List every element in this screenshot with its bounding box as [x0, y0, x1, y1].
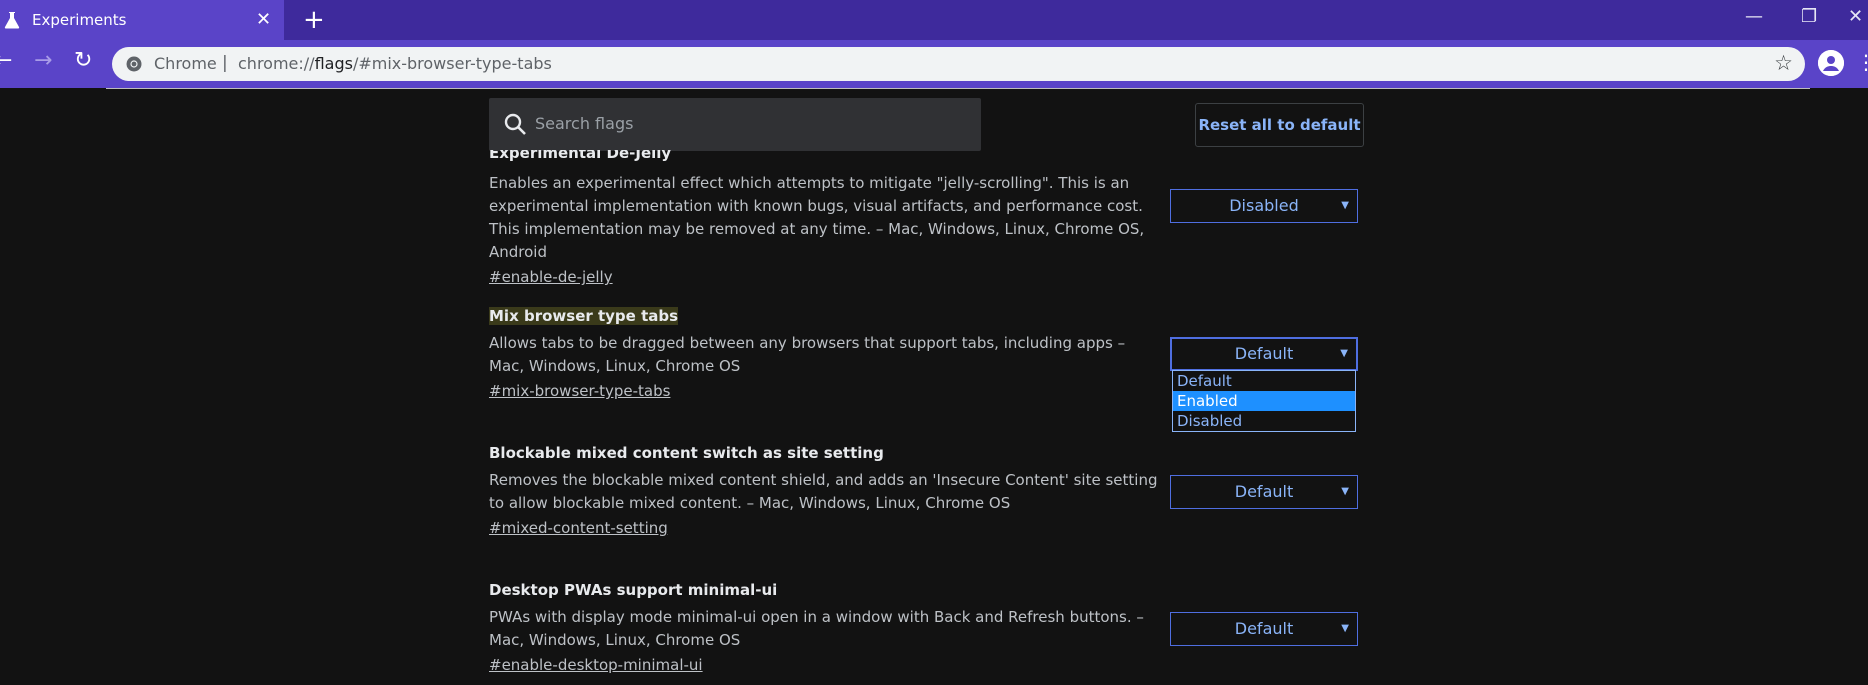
- flag-permalink[interactable]: #mixed-content-setting: [489, 519, 668, 537]
- reload-icon[interactable]: ↻: [74, 48, 92, 73]
- search-flags-input[interactable]: Search flags: [489, 98, 981, 151]
- flag-description: PWAs with display mode minimal-ui open i…: [489, 608, 1144, 649]
- chrome-icon: [126, 56, 142, 72]
- option-disabled[interactable]: Disabled: [1173, 411, 1355, 431]
- dropdown-arrow-icon: ▼: [1340, 348, 1348, 359]
- flag-permalink[interactable]: #enable-desktop-minimal-ui: [489, 656, 703, 674]
- flag-select-enable-de-jelly[interactable]: Disabled ▼: [1170, 189, 1358, 223]
- flask-icon: [4, 12, 20, 29]
- flag-description: Enables an experimental effect which att…: [489, 174, 1145, 261]
- tab-title: Experiments: [32, 11, 127, 29]
- flag-select-mix-browser-type-tabs[interactable]: Default ▼: [1170, 337, 1358, 371]
- flag-select-mixed-content-setting[interactable]: Default ▼: [1170, 475, 1358, 509]
- flag-enable-desktop-minimal-ui: Desktop PWAs support minimal-ui PWAs wit…: [489, 579, 1159, 678]
- bookmark-star-icon[interactable]: ☆: [1774, 51, 1793, 75]
- scheme-label: Chrome: [154, 54, 217, 73]
- flag-mix-browser-type-tabs: Mix browser type tabs Allows tabs to be …: [489, 305, 1159, 404]
- flag-mixed-content-setting: Blockable mixed content switch as site s…: [489, 442, 1159, 541]
- option-enabled[interactable]: Enabled: [1173, 391, 1355, 411]
- flag-permalink[interactable]: #mix-browser-type-tabs: [489, 382, 670, 400]
- address-bar[interactable]: Chrome | chrome://flags/#mix-browser-typ…: [112, 47, 1805, 81]
- flag-name: Blockable mixed content switch as site s…: [489, 444, 884, 462]
- flag-permalink[interactable]: #enable-de-jelly: [489, 268, 613, 286]
- minimize-icon[interactable]: —: [1745, 6, 1763, 27]
- reset-all-button[interactable]: Reset all to default: [1195, 103, 1364, 147]
- dropdown-arrow-icon: ▼: [1341, 623, 1349, 634]
- flag-description: Allows tabs to be dragged between any br…: [489, 334, 1126, 375]
- flag-name: Desktop PWAs support minimal-ui: [489, 581, 778, 599]
- back-icon[interactable]: ←: [0, 48, 12, 73]
- profile-avatar-icon[interactable]: [1818, 50, 1844, 76]
- menu-icon[interactable]: ⋮: [1856, 50, 1868, 74]
- tab-strip: Experiments ✕ + — ❐ ✕: [0, 0, 1868, 40]
- flag-options-dropdown: Default Enabled Disabled: [1172, 370, 1356, 432]
- flag-description: Removes the blockable mixed content shie…: [489, 471, 1158, 512]
- option-default[interactable]: Default: [1173, 371, 1355, 391]
- search-icon: [504, 113, 526, 135]
- forward-icon[interactable]: →: [34, 48, 52, 73]
- search-placeholder: Search flags: [535, 114, 634, 133]
- close-icon[interactable]: ✕: [256, 9, 271, 30]
- toolbar: ← → ↻ Chrome | chrome://flags/#mix-brows…: [0, 40, 1868, 88]
- dropdown-arrow-icon: ▼: [1341, 200, 1349, 211]
- flag-enable-de-jelly: Enables an experimental effect which att…: [489, 172, 1159, 290]
- new-tab-icon[interactable]: +: [303, 5, 325, 35]
- flag-select-enable-desktop-minimal-ui[interactable]: Default ▼: [1170, 612, 1358, 646]
- tab-experiments[interactable]: Experiments ✕: [0, 0, 284, 40]
- flag-name: Mix browser type tabs: [489, 307, 679, 325]
- url-text: chrome://flags/#mix-browser-type-tabs: [238, 54, 552, 73]
- window-close-icon[interactable]: ✕: [1848, 6, 1863, 27]
- separator: |: [222, 53, 228, 73]
- toolbar-divider: [106, 88, 1810, 89]
- restore-icon[interactable]: ❐: [1801, 6, 1817, 27]
- dropdown-arrow-icon: ▼: [1341, 486, 1349, 497]
- partial-flag-heading: Experimental De-Jelly: [489, 150, 672, 162]
